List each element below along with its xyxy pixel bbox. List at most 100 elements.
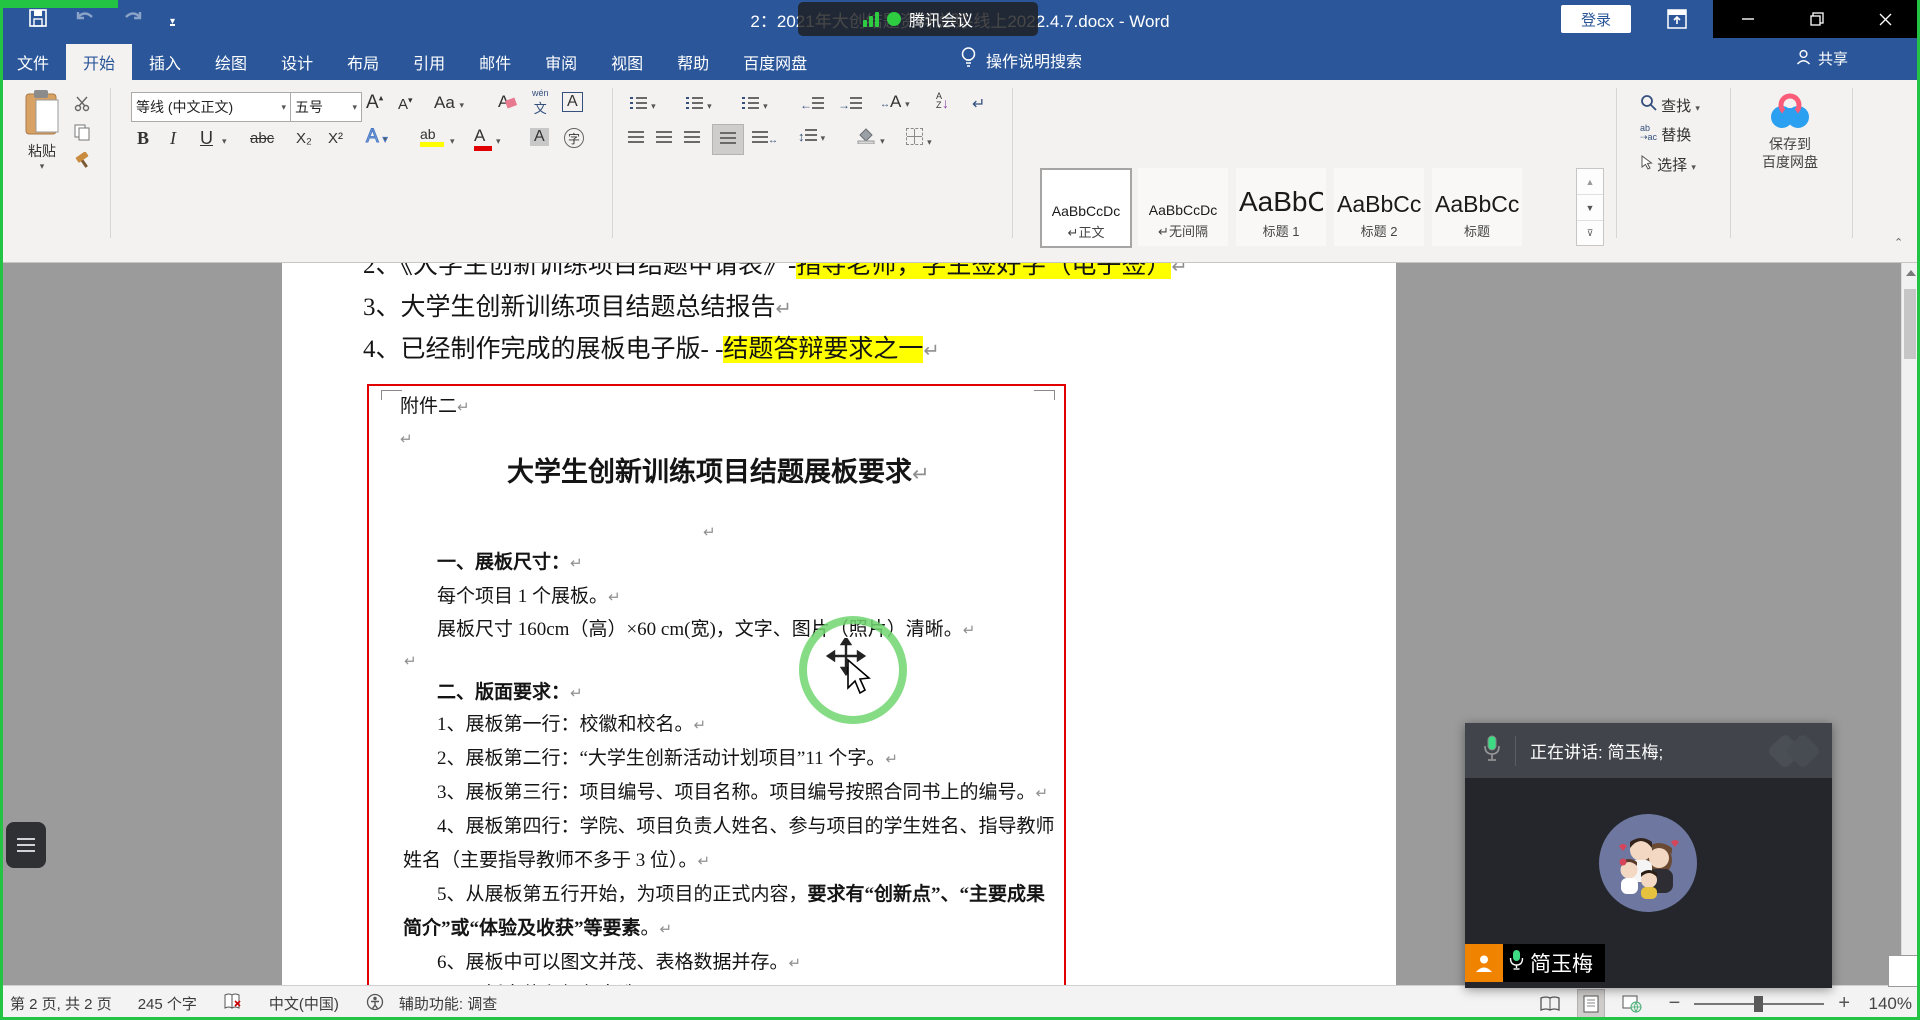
cut-icon[interactable] [74,96,92,116]
login-button[interactable]: 登录 [1561,5,1631,33]
font-name-combo[interactable]: 等线 (中文正文)▾ [131,92,291,122]
ribbon-display-options-icon[interactable] [1666,8,1688,35]
highlight-dropdown-icon[interactable]: ▾ [450,136,455,147]
font-color-icon[interactable]: A [474,126,492,151]
style-card-4[interactable]: AaBbCcDc标题 2 [1334,168,1424,246]
bold-button[interactable]: B [137,128,149,149]
meeting-panel-header[interactable]: 正在讲话: 简玉梅; [1465,723,1832,778]
zoom-in-button[interactable]: + [1838,992,1850,1015]
close-button[interactable] [1851,0,1920,38]
restore-button[interactable] [1782,0,1851,38]
tab-file[interactable]: 文件 [0,44,66,80]
document-line-4[interactable]: 附件二↵ [400,396,469,419]
underline-button[interactable]: U [200,128,213,149]
collapse-ribbon-icon[interactable]: ⌃ [1894,236,1903,249]
accessibility-status[interactable]: 辅助功能: 调查 [399,993,497,1014]
copy-icon[interactable] [74,124,90,145]
save-icon[interactable] [28,8,48,33]
line-spacing-icon[interactable]: ↕ ▾ [798,128,825,145]
document-line-15[interactable]: 3、展板第三行：项目编号、项目名称。项目编号按照合同书上的编号。↵ [437,782,1048,805]
zoom-out-button[interactable]: − [1669,992,1681,1015]
document-line-6[interactable]: 大学生创新训练项目结题展板要求↵ [507,456,930,488]
document-line-5[interactable]: ↵ [400,428,412,451]
document-line-1[interactable]: 2、《大学生创新训练项目结题申请表》-指导老师，学生签好字（电子签）↵ [363,263,1188,281]
document-line-8[interactable]: 一、展板尺寸：↵ [437,552,582,575]
tab-layout[interactable]: 布局 [330,44,396,80]
change-case-icon[interactable]: Aa ▾ [434,93,464,113]
font-color-dropdown-icon[interactable]: ▾ [496,136,501,147]
document-line-9[interactable]: 每个项目 1 个展板。↵ [437,586,620,609]
document-line-12[interactable]: 二、版面要求：↵ [437,682,582,705]
print-layout-icon[interactable] [1577,989,1605,1019]
accessibility-icon[interactable] [365,993,385,1015]
document-line-18[interactable]: 5、从展板第五行开始，为项目的正式内容，要求有“创新点”、“主要成果 [437,884,1045,907]
align-left-icon[interactable] [628,130,644,147]
tab-help[interactable]: 帮助 [660,44,726,80]
show-hide-marks-icon[interactable]: ↵ [972,94,985,114]
align-right-icon[interactable] [684,130,700,147]
multilevel-list-icon[interactable]: ▾ [742,96,768,113]
tab-mailings[interactable]: 邮件 [462,44,528,80]
tab-review[interactable]: 审阅 [528,44,594,80]
tab-home[interactable]: 开始 [66,44,132,80]
text-highlight-icon[interactable]: ab [420,126,444,147]
tab-baidu-netdisk[interactable]: 百度网盘 [726,44,824,80]
meeting-video-area[interactable]: 简玉梅 [1465,778,1832,988]
minimize-button[interactable] [1713,0,1782,38]
scrollbar-thumb[interactable] [1904,289,1916,359]
document-line-11[interactable]: ↵ [404,650,416,673]
style-card-5[interactable]: AaBbCcDc标题 [1432,168,1522,246]
zoom-slider-thumb[interactable] [1754,996,1763,1012]
document-line-14[interactable]: 2、展板第二行：“大学生创新活动计划项目”11 个字。↵ [437,748,898,771]
document-line-7[interactable]: ↵ [703,521,715,544]
page-indicator[interactable]: 第 2 页, 共 2 页 [10,993,112,1014]
replace-button[interactable]: ab⇢ac 替换 [1640,124,1691,145]
text-effects-icon[interactable]: A ▾ [366,126,387,148]
document-line-13[interactable]: 1、展板第一行：校徽和校名。↵ [437,714,706,737]
zoom-slider[interactable] [1694,996,1824,1012]
proofing-status-icon[interactable] [223,993,243,1015]
tell-me-box[interactable]: 操作说明搜索 [960,46,1082,73]
shading-bucket-icon[interactable]: ▾ [856,126,885,148]
justify-icon[interactable] [712,124,744,155]
underline-dropdown-icon[interactable]: ▾ [222,136,227,147]
paste-button[interactable]: 粘贴 ▾ [14,90,70,172]
style-card-3[interactable]: AaBbCcDc标题 1 [1236,168,1326,246]
enclose-characters-icon[interactable]: 字 [564,128,584,148]
sort-icon[interactable]: AZ↓ [936,92,949,112]
select-button[interactable]: 选择 ▾ [1640,154,1696,175]
shrink-font-icon[interactable]: A▾ [398,95,413,113]
meeting-panel-toggle[interactable] [6,822,46,868]
styles-more-icon[interactable]: ⊽ [1577,220,1603,245]
document-line-20[interactable]: 6、展板中可以图文并茂、表格数据并存。↵ [437,952,801,975]
find-button[interactable]: 查找 ▾ [1640,94,1700,116]
scroll-up-icon[interactable] [1906,270,1916,276]
italic-button[interactable]: I [170,128,176,149]
phonetic-guide-icon[interactable]: wén文 [532,88,549,117]
bullets-icon[interactable]: ▾ [630,96,656,113]
decrease-indent-icon[interactable]: ← [800,96,824,113]
meeting-video-panel[interactable]: 正在讲话: 简玉梅; [1465,723,1832,988]
tab-draw[interactable]: 绘图 [198,44,264,80]
style-card-2[interactable]: AaBbCcDc↵无间隔 [1138,168,1228,246]
meeting-banner[interactable]: 腾讯会议 [798,2,1038,36]
font-size-combo[interactable]: 五号▾ [290,92,362,122]
document-line-16[interactable]: 4、展板第四行：学院、项目负责人姓名、参与项目的学生姓名、指导教师 [437,816,1055,839]
distribute-icon[interactable]: ↔ [752,130,778,147]
document-line-3[interactable]: 4、已经制作完成的展板电子版- -结题答辩要求之一↵ [363,335,940,365]
read-mode-icon[interactable] [1537,990,1563,1018]
web-layout-icon[interactable] [1619,990,1645,1018]
format-painter-icon[interactable] [74,152,91,173]
asian-layout-icon[interactable]: ↔A ▾ [880,92,910,112]
customize-qat-icon[interactable]: ▾ [170,16,175,26]
character-border-icon[interactable]: A [562,92,583,112]
language-indicator[interactable]: 中文(中国) [269,993,339,1014]
clear-formatting-icon[interactable]: A [498,92,516,112]
numbering-icon[interactable]: ▾ [686,96,712,113]
grow-font-icon[interactable]: A▴ [366,92,383,114]
undo-icon[interactable] [74,8,96,33]
styles-scroll-down-icon[interactable]: ▼ [1577,194,1603,220]
increase-indent-icon[interactable]: → [838,96,862,113]
subscript-button[interactable]: X₂ [296,130,312,147]
strikethrough-button[interactable]: abc [250,130,274,147]
